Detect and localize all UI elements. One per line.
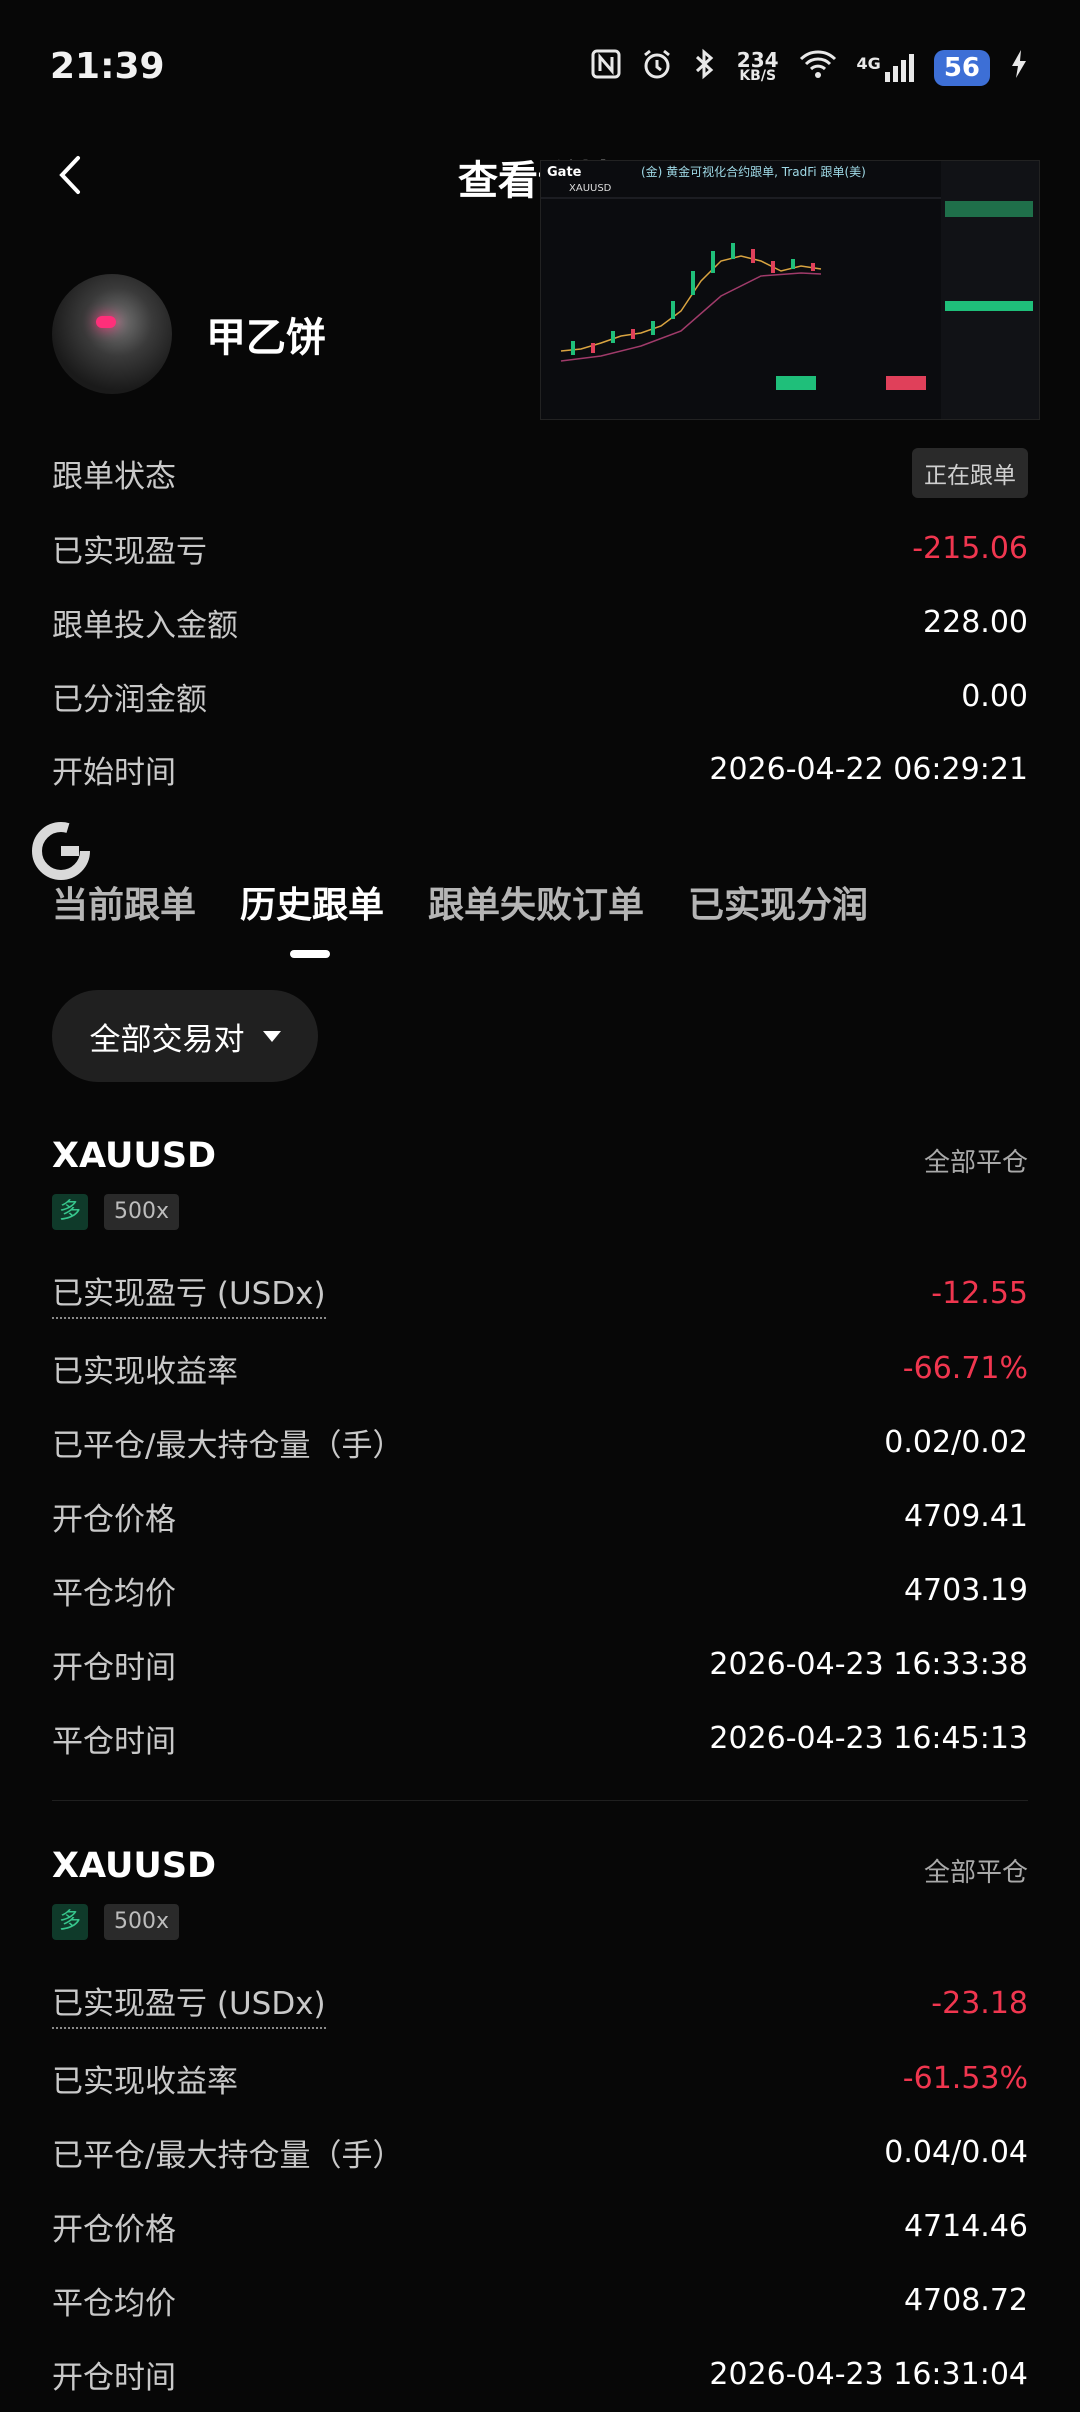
chevron-left-icon [59,156,80,194]
order-open-price-label: 开仓价格 [52,2211,176,2248]
status-time: 21:39 [50,46,165,87]
trader-name: 甲乙饼 [206,315,326,361]
order-open-price-value: 4714.46 [903,2208,1028,2244]
summary-status-row: 跟单状态 正在跟单 [52,448,1028,498]
wifi-icon [799,49,837,86]
order-close-time-row: 平仓时间 2026-04-23 16:45:13 [52,1713,1028,1763]
profit-share-value: 0.00 [961,678,1028,714]
order-qty-row: 已平仓/最大持仓量（手） 0.02/0.02 [52,1417,1028,1467]
order-qty-label: 已平仓/最大持仓量（手） [52,2137,404,2174]
invest-label: 跟单投入金额 [52,607,238,644]
tab-bar: 当前跟单 历史跟单 跟单失败订单 已实现分润 [52,876,868,928]
charging-icon [1010,49,1028,86]
order-close-price-value: 4703.19 [903,1572,1028,1608]
order-divider [52,1800,1028,1801]
order-roi-label: 已实现收益率 [52,2063,238,2100]
profit-share-label: 已分润金额 [52,681,207,718]
order-roi-row: 已实现收益率 -61.53% [52,2053,1028,2103]
status-icons: 234 KB/S 4G 56 [591,48,1028,87]
order-close-price-row: 平仓均价 4708.72 [52,2275,1028,2325]
start-value: 2026-04-22 06:29:21 [709,751,1028,787]
order-open-time-value: 2026-04-23 16:33:38 [709,1646,1028,1682]
pnl-label: 已实现盈亏 [52,533,207,570]
order-symbol: XAUUSD [52,1846,217,1886]
pair-filter-dropdown[interactable]: 全部交易对 [52,990,318,1082]
order-open-price-value: 4709.41 [903,1498,1028,1534]
nfc-icon [591,49,621,86]
order-open-price-label: 开仓价格 [52,1501,176,1538]
order-open-time-value: 2026-04-23 16:31:04 [709,2356,1028,2392]
status-label: 跟单状态 [52,458,176,495]
order-close-price-label: 平仓均价 [52,1575,176,1612]
alarm-icon [641,48,673,87]
order-pnl-value: -23.18 [931,1985,1028,2021]
tab-active-indicator [290,950,330,958]
pip-symbol: XAUUSD [569,183,612,194]
order-open-time-row: 开仓时间 2026-04-23 16:31:04 [52,2349,1028,2399]
leverage-badge: 500x [104,1904,180,1940]
summary-profit-share-row: 已分润金额 0.00 [52,671,1028,721]
pip-chart [541,161,1039,419]
order-pnl-row: 已实现盈亏 (USDx) -23.18 [52,1978,1028,2029]
order-close-price-value: 4708.72 [903,2282,1028,2318]
order-open-time-row: 开仓时间 2026-04-23 16:33:38 [52,1639,1028,1689]
order-status: 全部平仓 [923,1858,1028,1888]
order-status: 全部平仓 [923,1148,1028,1178]
order-qty-row: 已平仓/最大持仓量（手） 0.04/0.04 [52,2127,1028,2177]
avatar [52,274,172,394]
order-open-time-label: 开仓时间 [52,2359,176,2396]
tab-history[interactable]: 历史跟单 [240,876,384,928]
side-badge: 多 [52,1904,88,1940]
order-close-time-label: 平仓时间 [52,1723,176,1760]
net-speed: 234 KB/S [736,47,779,84]
pnl-value: -215.06 [912,530,1028,566]
caret-down-icon [262,1030,281,1042]
order-qty-value: 0.02/0.02 [884,1424,1028,1460]
summary-invest-row: 跟单投入金额 228.00 [52,597,1028,647]
order-open-price-row: 开仓价格 4709.41 [52,1491,1028,1541]
leverage-badge: 500x [104,1194,180,1230]
bluetooth-icon [693,48,717,87]
order-close-time-value: 2026-04-23 16:45:13 [709,1720,1028,1756]
order-symbol: XAUUSD [52,1136,217,1176]
order-pnl-label[interactable]: 已实现盈亏 (USDx) [52,1268,326,1319]
order-pnl-value: -12.55 [931,1275,1028,1311]
pip-trading-window[interactable]: Gate XAUUSD (金) 黄金可视化合约跟单, TradFi 跟单(美) [540,160,1040,420]
order-roi-value: -66.71% [902,1350,1028,1386]
back-button[interactable] [50,150,90,200]
order-open-time-label: 开仓时间 [52,1649,176,1686]
order-qty-label: 已平仓/最大持仓量（手） [52,1427,404,1464]
signal-icon: 4G [857,53,914,82]
order-roi-value: -61.53% [902,2060,1028,2096]
order-close-price-row: 平仓均价 4703.19 [52,1565,1028,1615]
tab-current[interactable]: 当前跟单 [52,876,196,928]
tab-failed[interactable]: 跟单失败订单 [428,876,644,928]
summary-start-row: 开始时间 2026-04-22 06:29:21 [52,744,1028,794]
pip-banner: (金) 黄金可视化合约跟单, TradFi 跟单(美) [641,165,866,179]
summary-pnl-row: 已实现盈亏 -215.06 [52,523,1028,573]
loading-spinner-icon [30,820,92,882]
invest-value: 228.00 [923,604,1028,640]
pair-filter-label: 全部交易对 [89,1021,245,1058]
start-label: 开始时间 [52,754,176,791]
order-qty-value: 0.04/0.04 [884,2134,1028,2170]
order-roi-row: 已实现收益率 -66.71% [52,1343,1028,1393]
pip-brand: Gate [547,165,582,180]
tab-profit-share[interactable]: 已实现分润 [688,876,868,928]
status-badge: 正在跟单 [912,448,1028,498]
side-badge: 多 [52,1194,88,1230]
order-close-price-label: 平仓均价 [52,2285,176,2322]
order-pnl-label[interactable]: 已实现盈亏 (USDx) [52,1978,326,2029]
order-pnl-row: 已实现盈亏 (USDx) -12.55 [52,1268,1028,1319]
order-open-price-row: 开仓价格 4714.46 [52,2201,1028,2251]
battery-indicator: 56 [933,49,990,86]
order-roi-label: 已实现收益率 [52,1353,238,1390]
